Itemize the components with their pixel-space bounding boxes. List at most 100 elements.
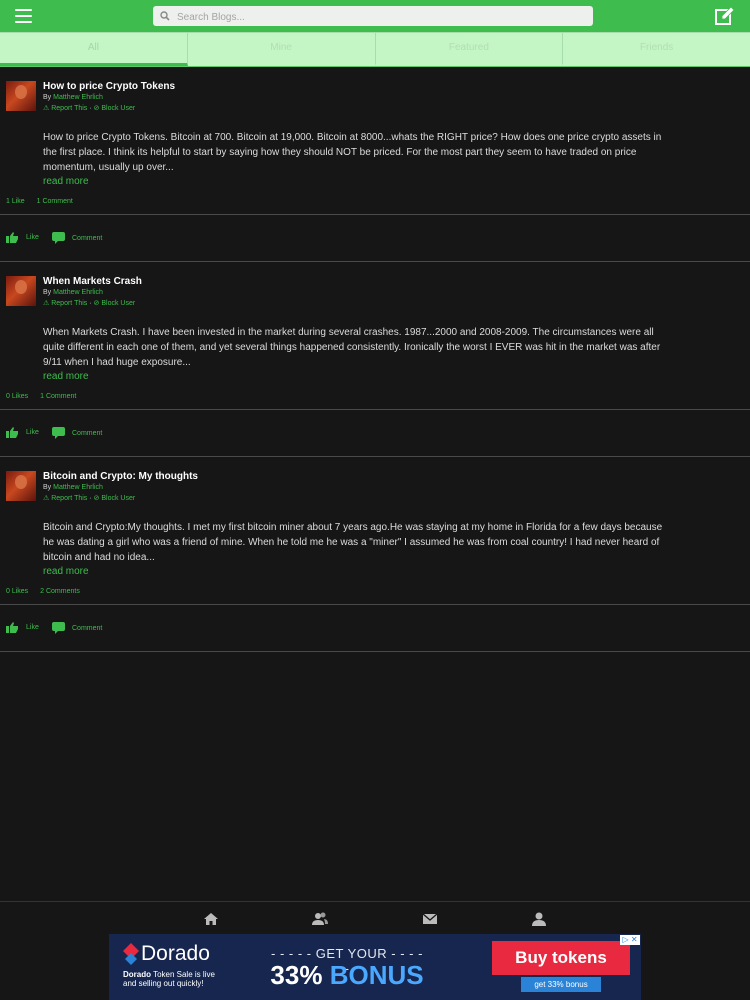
dorado-logo-icon bbox=[123, 943, 139, 965]
blog-post: How to price Crypto Tokens By Matthew Eh… bbox=[0, 67, 750, 215]
report-label: Report This bbox=[51, 495, 88, 502]
likes-count[interactable]: 0 Likes bbox=[6, 588, 28, 595]
read-more-link[interactable]: read more bbox=[43, 566, 89, 577]
post-excerpt: How to price Crypto Tokens. Bitcoin at 7… bbox=[43, 132, 662, 173]
ad-close-icon[interactable]: ▷ ✕ bbox=[620, 935, 640, 945]
block-icon: ⊘ bbox=[93, 495, 100, 502]
byline: By Matthew Ehrlich bbox=[43, 94, 103, 101]
get-bonus-button[interactable]: get 33% bonus bbox=[521, 977, 601, 992]
comments-count[interactable]: 1 Comment bbox=[40, 393, 76, 400]
tab-mine[interactable]: Mine bbox=[187, 32, 376, 66]
comments-count[interactable]: 2 Comments bbox=[40, 588, 80, 595]
avatar[interactable] bbox=[6, 471, 36, 501]
block-icon: ⊘ bbox=[93, 105, 100, 112]
search-input[interactable] bbox=[175, 8, 579, 26]
block-user-link[interactable]: ⊘ Block User bbox=[94, 105, 136, 112]
comment-button[interactable]: Comment bbox=[52, 427, 102, 439]
author-link[interactable]: Matthew Ehrlich bbox=[53, 289, 103, 296]
author-link[interactable]: Matthew Ehrlich bbox=[53, 94, 103, 101]
comment-label: Comment bbox=[72, 624, 103, 632]
report-link[interactable]: ⚠ Report This bbox=[43, 300, 87, 307]
ad-sub-bold: Dorado bbox=[123, 970, 151, 979]
ad-brand-name: Dorado bbox=[141, 942, 210, 965]
like-label: Like bbox=[26, 624, 39, 631]
report-link[interactable]: ⚠ Report This bbox=[43, 105, 87, 112]
like-button[interactable]: Like bbox=[6, 232, 39, 243]
ad-brand: Dorado bbox=[123, 942, 210, 966]
search-bar[interactable] bbox=[153, 6, 593, 26]
like-button[interactable]: Like bbox=[6, 427, 39, 438]
comment-icon bbox=[52, 427, 65, 439]
top-bar bbox=[0, 0, 750, 32]
post-title[interactable]: Bitcoin and Crypto: My thoughts bbox=[43, 471, 198, 482]
post-title[interactable]: How to price Crypto Tokens bbox=[43, 81, 175, 92]
search-icon bbox=[160, 11, 170, 21]
blog-post: When Markets Crash By Matthew Ehrlich ⚠ … bbox=[0, 262, 750, 410]
thumbs-up-icon bbox=[6, 622, 18, 633]
comments-count[interactable]: 1 Comment bbox=[37, 198, 73, 205]
byline: By Matthew Ehrlich bbox=[43, 289, 103, 296]
block-icon: ⊘ bbox=[93, 300, 100, 307]
ad-bonus-word: BONUS bbox=[329, 960, 424, 990]
comment-button[interactable]: Comment bbox=[52, 232, 102, 244]
block-user-link[interactable]: ⊘ Block User bbox=[94, 300, 136, 307]
comment-icon bbox=[52, 232, 65, 244]
avatar[interactable] bbox=[6, 81, 36, 111]
likes-count[interactable]: 0 Likes bbox=[6, 393, 28, 400]
post-title[interactable]: When Markets Crash bbox=[43, 276, 142, 287]
thumbs-up-icon bbox=[6, 232, 18, 243]
thumbs-up-icon bbox=[6, 427, 18, 438]
buy-tokens-button[interactable]: Buy tokens bbox=[492, 941, 630, 975]
comment-icon bbox=[52, 622, 65, 634]
comment-label: Comment bbox=[72, 429, 103, 437]
messages-icon[interactable] bbox=[422, 911, 438, 927]
post-excerpt: Bitcoin and Crypto:My thoughts. I met my… bbox=[43, 522, 663, 563]
read-more-link[interactable]: read more bbox=[43, 371, 89, 382]
read-more-link[interactable]: read more bbox=[43, 176, 89, 187]
ad-sub-line1: Token Sale is live bbox=[153, 970, 215, 979]
ad-subtitle: Dorado Token Sale is live and selling ou… bbox=[123, 970, 233, 988]
moderation-links: ⚠ Report This · ⊘ Block User bbox=[43, 494, 135, 502]
author-link[interactable]: Matthew Ehrlich bbox=[53, 484, 103, 491]
comment-button[interactable]: Comment bbox=[52, 622, 102, 634]
tab-featured[interactable]: Featured bbox=[375, 32, 564, 66]
post-excerpt: When Markets Crash. I have been invested… bbox=[43, 327, 661, 368]
filter-tabs: All Mine Featured Friends bbox=[0, 32, 750, 67]
hamburger-icon[interactable] bbox=[15, 9, 32, 23]
by-label: By bbox=[43, 289, 52, 296]
post-counts: 1 Like 1 Comment bbox=[6, 198, 83, 205]
tab-all[interactable]: All bbox=[0, 32, 188, 66]
comment-label: Comment bbox=[72, 234, 103, 242]
by-label: By bbox=[43, 94, 52, 101]
warning-icon: ⚠ bbox=[43, 495, 50, 502]
post-action-bar: Like Comment bbox=[0, 215, 750, 262]
like-label: Like bbox=[26, 429, 39, 436]
moderation-links: ⚠ Report This · ⊘ Block User bbox=[43, 299, 135, 307]
likes-count[interactable]: 1 Like bbox=[6, 198, 25, 205]
warning-icon: ⚠ bbox=[43, 300, 50, 307]
home-icon[interactable] bbox=[203, 911, 219, 927]
post-action-bar: Like Comment bbox=[0, 410, 750, 457]
like-button[interactable]: Like bbox=[6, 622, 39, 633]
report-link[interactable]: ⚠ Report This bbox=[43, 495, 87, 502]
separator: · bbox=[89, 105, 92, 112]
post-counts: 0 Likes 2 Comments bbox=[6, 588, 90, 595]
avatar[interactable] bbox=[6, 276, 36, 306]
compose-icon[interactable] bbox=[714, 6, 735, 27]
tab-friends[interactable]: Friends bbox=[563, 32, 750, 66]
ad-bonus-pct: 33% bbox=[270, 960, 323, 990]
bottom-nav bbox=[0, 901, 750, 935]
ad-banner[interactable]: Dorado Dorado Token Sale is live and sel… bbox=[109, 934, 641, 1000]
profile-icon[interactable] bbox=[531, 911, 547, 927]
post-counts: 0 Likes 1 Comment bbox=[6, 393, 86, 400]
like-label: Like bbox=[26, 234, 39, 241]
block-label: Block User bbox=[101, 495, 136, 502]
separator: · bbox=[89, 495, 92, 502]
friends-icon[interactable] bbox=[312, 911, 328, 927]
by-label: By bbox=[43, 484, 52, 491]
ad-sub-line2: and selling out quickly! bbox=[123, 979, 204, 988]
separator: · bbox=[89, 300, 92, 307]
block-user-link[interactable]: ⊘ Block User bbox=[94, 495, 136, 502]
byline: By Matthew Ehrlich bbox=[43, 484, 103, 491]
moderation-links: ⚠ Report This · ⊘ Block User bbox=[43, 104, 135, 112]
